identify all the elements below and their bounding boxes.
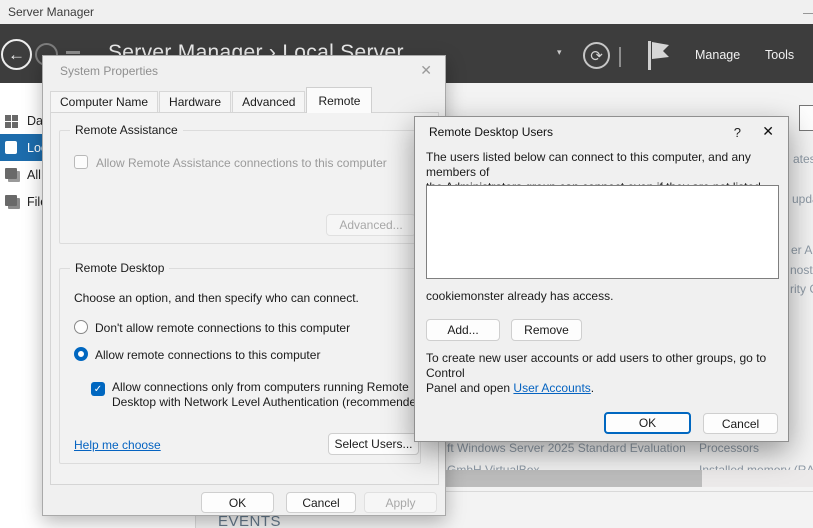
remote-assistance-group: Remote Assistance Allow Remote Assistanc… <box>59 130 421 244</box>
help-icon[interactable]: ? <box>734 125 741 140</box>
nla-checkbox[interactable]: ✓ <box>91 382 105 396</box>
tab-remote[interactable]: Remote <box>306 87 372 113</box>
back-icon[interactable]: ← <box>1 39 32 70</box>
sp-apply-button[interactable]: Apply <box>364 492 437 513</box>
bg-fragment: upda <box>792 192 813 206</box>
bg-fragment: rity C <box>790 282 813 296</box>
toolbar-separator <box>619 47 621 67</box>
sp-cancel-button[interactable]: Cancel <box>286 492 356 513</box>
tab-hardware[interactable]: Hardware <box>159 91 231 113</box>
tools-menu[interactable]: Tools <box>765 48 794 62</box>
remote-assistance-checkbox[interactable] <box>74 155 88 169</box>
users-listbox[interactable] <box>426 185 779 279</box>
notifications-flag-icon[interactable] <box>645 40 671 72</box>
remote-desktop-intro: Choose an option, and then specify who c… <box>74 291 359 305</box>
tasks-button-fragment[interactable] <box>799 105 813 131</box>
rdu-cancel-button[interactable]: Cancel <box>703 413 778 434</box>
select-users-button[interactable]: Select Users... <box>328 433 419 455</box>
minimize-icon[interactable]: — <box>803 5 813 20</box>
dialog-title: Remote Desktop Users <box>429 125 553 139</box>
dialog-footer-text: To create new user accounts or add users… <box>426 351 782 396</box>
refresh-icon[interactable]: ⟳ <box>583 42 610 69</box>
file-storage-icon <box>5 195 20 209</box>
bg-fragment: ates <box>793 152 813 166</box>
window-title: Server Manager <box>8 5 94 19</box>
allow-radio[interactable] <box>74 347 88 361</box>
user-accounts-link[interactable]: User Accounts <box>513 381 590 395</box>
processors-label: Processors <box>699 441 759 455</box>
remote-tab-panel: Remote Assistance Allow Remote Assistanc… <box>50 112 439 485</box>
chevron-down-icon[interactable]: ▾ <box>557 47 562 58</box>
help-me-choose-link[interactable]: Help me choose <box>74 438 161 452</box>
bg-fragment: er An <box>791 243 813 257</box>
dialog-title: System Properties <box>60 64 158 78</box>
window-titlebar: Server Manager — <box>0 0 813 24</box>
remote-desktop-group: Remote Desktop Choose an option, and the… <box>59 268 421 464</box>
all-servers-icon <box>5 168 20 182</box>
server-manager-window: Server Manager — ← → Server Manager › Lo… <box>0 0 813 528</box>
os-version-text: ft Windows Server 2025 Standard Evaluati… <box>447 441 686 455</box>
system-properties-dialog: System Properties ✕ Computer Name Hardwa… <box>42 55 446 516</box>
manage-menu[interactable]: Manage <box>695 48 740 62</box>
bg-fragment: nosti <box>790 263 813 277</box>
tab-strip: Computer Name Hardware Advanced Remote <box>50 92 373 113</box>
access-status-text: cookiemonster already has access. <box>426 289 613 303</box>
rdu-ok-button[interactable]: OK <box>604 412 691 434</box>
dashboard-icon <box>5 114 20 128</box>
sp-ok-button[interactable]: OK <box>201 492 274 513</box>
add-button[interactable]: Add... <box>426 319 500 341</box>
close-icon[interactable]: ✕ <box>420 62 432 79</box>
remote-desktop-users-dialog: Remote Desktop Users ? ✕ The users liste… <box>414 116 789 442</box>
local-server-icon <box>5 141 20 155</box>
remove-button[interactable]: Remove <box>511 319 582 341</box>
server-glyph-icon <box>66 51 80 54</box>
tab-computer-name[interactable]: Computer Name <box>50 91 158 113</box>
tab-advanced[interactable]: Advanced <box>232 91 305 113</box>
advanced-button[interactable]: Advanced... <box>326 214 416 236</box>
close-icon[interactable]: ✕ <box>762 123 774 140</box>
dont-allow-radio[interactable] <box>74 320 88 334</box>
